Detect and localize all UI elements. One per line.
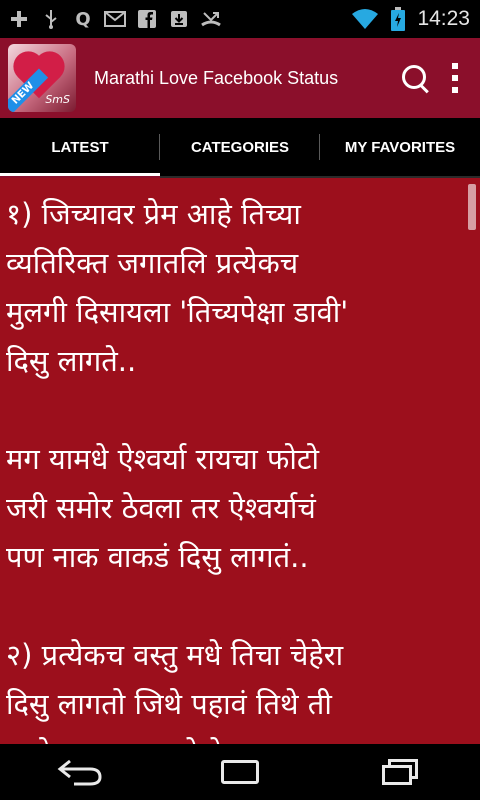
tab-my-favorites-label: MY FAVORITES — [344, 138, 456, 156]
status-clock: 14:23 — [417, 7, 470, 30]
app-bar: NEW SmS Marathi Love Facebook Status — [0, 38, 480, 118]
status-text: १) जिच्यावर प्रेम आहे तिच्या व्यतिरिक्त … — [6, 197, 349, 744]
home-button[interactable] — [205, 752, 275, 792]
tab-my-favorites[interactable]: MY FAVORITES — [320, 118, 480, 176]
app-title: Marathi Love Facebook Status — [94, 67, 339, 88]
tab-categories-label: CATEGORIES — [190, 138, 290, 156]
battery-charging-icon — [387, 7, 409, 31]
add-icon — [8, 8, 30, 30]
wifi-icon — [351, 8, 379, 30]
q-notification-icon: Q — [75, 8, 91, 30]
recents-icon — [382, 759, 418, 785]
search-icon[interactable] — [400, 63, 430, 94]
back-button[interactable] — [45, 752, 115, 792]
navigation-bar — [0, 744, 480, 800]
tab-latest-label: LATEST — [51, 138, 109, 156]
tab-categories[interactable]: CATEGORIES — [160, 118, 320, 176]
status-card[interactable]: १) जिच्यावर प्रेम आहे तिच्या व्यतिरिक्त … — [0, 178, 480, 744]
scrollbar[interactable] — [468, 184, 476, 230]
usb-icon — [40, 8, 62, 30]
overflow-menu-icon[interactable] — [452, 63, 460, 93]
status-bar: Q 14:23 — [0, 0, 480, 38]
recents-button[interactable] — [365, 752, 435, 792]
home-icon — [221, 760, 259, 784]
app-logo[interactable]: NEW SmS — [8, 44, 76, 112]
missed-call-icon — [200, 8, 222, 30]
tab-bar: LATEST CATEGORIES MY FAVORITES — [0, 118, 480, 178]
download-icon — [168, 8, 190, 30]
logo-sms-text: SmS — [45, 93, 70, 106]
tab-latest[interactable]: LATEST — [0, 118, 160, 178]
facebook-icon — [136, 8, 158, 30]
back-icon — [57, 759, 102, 786]
gmail-icon — [104, 8, 126, 30]
